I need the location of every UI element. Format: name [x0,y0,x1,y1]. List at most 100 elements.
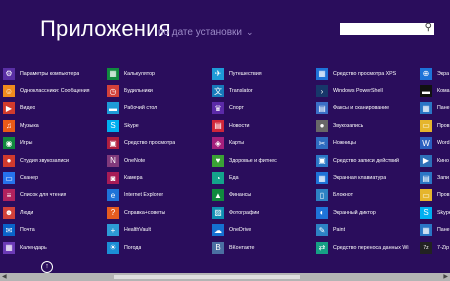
app-tile[interactable]: 7z 7-Zip [420,239,450,256]
viewer-icon: ▣ [107,137,119,150]
app-label: Средство переноса данных Wi [333,244,409,251]
app-tile[interactable]: ♫ Музыка [3,117,111,134]
app-tile[interactable]: + HealthVault [107,222,215,239]
app-tile[interactable]: ▣ Средство просмотра [107,135,215,152]
scroll-right-icon[interactable]: ▶ [443,273,448,281]
ok-icon: ☺ [3,85,15,98]
app-label: Internet Explorer [124,192,164,199]
reading-list-icon: ≡ [3,189,15,202]
app-tile[interactable]: N OneNote [107,152,215,169]
app-column-4: ▦ Средство просмотра XPS › Windows PowerShe… [316,65,424,256]
app-tile[interactable]: ◐ Экранный диктор [316,204,424,221]
narrator-icon: ◐ [316,206,328,219]
app-label: Translator [229,88,253,95]
cmd-icon: ▬ [420,85,432,98]
app-tile[interactable]: ▲ Финансы [212,187,320,204]
app-label: Финансы [229,192,252,199]
app-tile[interactable]: W Word [420,135,450,152]
app-tile[interactable]: ◈ Карты [212,135,320,152]
weather-icon: ☀ [107,241,119,254]
app-tile[interactable]: ▭ Пров [420,117,450,134]
skype-icon: S [107,119,119,132]
app-tile[interactable]: ▤ Запи [420,169,450,186]
scroll-up-button[interactable]: ↑ [41,261,53,273]
help-icon: ? [107,206,119,219]
app-tile[interactable]: ◔ Еда [212,169,320,186]
app-tile[interactable]: ♛ Спорт [212,100,320,117]
app-tile[interactable]: › Windows PowerShell [316,82,424,99]
app-tile[interactable]: ◉ Игры [3,135,111,152]
app-tile[interactable]: ◙ Камера [107,169,215,186]
app-tile[interactable]: ⚙ Параметры компьютера [3,65,111,82]
app-label: Средство записи действий [333,157,400,164]
scrollbar-thumb[interactable] [114,275,300,279]
app-tile[interactable]: ☁ OneDrive [212,222,320,239]
app-tile[interactable]: ▦ Калькулятор [107,65,215,82]
app-tile[interactable]: ▦ Пане [420,100,450,117]
sort-dropdown[interactable]: по дате установки ⌄ [158,27,254,38]
app-label: Рабочий стол [124,105,158,112]
app-tile[interactable]: ⊕ Экра [420,65,450,82]
app-tile[interactable]: ▶ Видео [3,100,111,117]
app-tile[interactable]: ☺ Одноклассники: Сообщения [3,82,111,99]
app-label: Видео [20,105,36,112]
app-column-1: ⚙ Параметры компьютера ☺ Одноклассники: Соо… [3,65,111,256]
app-tile[interactable]: ▬ Рабочий стол [107,100,215,117]
stickynotes-icon: ▤ [420,172,432,185]
trophy-icon: ♛ [212,102,224,115]
app-tile[interactable]: S Skype [420,204,450,221]
app-tile[interactable]: ✂ Ножницы [316,135,424,152]
app-tile[interactable]: ♥ Здоровье и фитнес [212,152,320,169]
app-label: Средство просмотра XPS [333,70,397,77]
app-tile[interactable]: ⇄ Средство переноса данных Wi [316,239,424,256]
app-tile[interactable]: ● Звукозапись [316,117,424,134]
app-tile[interactable]: ✎ Paint [316,222,424,239]
calculator-icon: ▦ [107,67,119,80]
app-tile[interactable]: ☀ Погода [107,239,215,256]
app-tile[interactable]: ▦ Календарь [3,239,111,256]
cloud-icon: ☁ [212,224,224,237]
app-tile[interactable]: ▤ Новости [212,117,320,134]
sound-recorder-icon: ● [316,119,328,132]
horizontal-scrollbar[interactable]: ◀ ▶ [0,273,450,281]
app-label: Запи [437,175,449,182]
app-tile[interactable]: ✉ Почта [3,222,111,239]
control-panel-icon: ▦ [420,102,432,115]
app-tile[interactable]: ● Студия звукозаписи [3,152,111,169]
page-title: Приложения [40,16,171,41]
app-tile[interactable]: ▤ Факсы и сканирование [316,100,424,117]
app-label: Калькулятор [124,70,156,77]
app-tile[interactable]: ? Справка+советы [107,204,215,221]
app-tile[interactable]: ◷ Будильники [107,82,215,99]
app-tile[interactable]: ▣ Средство записи действий [316,152,424,169]
wordpad-icon: W [420,137,432,150]
app-label: Кома [437,88,450,95]
app-tile[interactable]: ▯ Блокнот [316,187,424,204]
search-input[interactable]: ⚲ [340,22,434,35]
app-label: Карты [229,140,245,147]
app-tile[interactable]: ▭ Пров [420,187,450,204]
app-tile[interactable]: e Internet Explorer [107,187,215,204]
app-tile[interactable]: B ВКонтакте [212,239,320,256]
app-tile[interactable]: ▶ Кино [420,152,450,169]
scanner-icon: ▭ [3,172,15,185]
app-tile[interactable]: ≡ Список для чтения [3,187,111,204]
explorer-icon: ▭ [420,119,432,132]
app-tile[interactable]: ▭ Сканер [3,169,111,186]
app-tile[interactable]: ▨ Фотографии [212,204,320,221]
keyboard-icon: ▦ [316,172,328,185]
search-icon[interactable]: ⚲ [425,22,432,33]
app-tile[interactable]: ☻ Люди [3,204,111,221]
app-label: Word [437,140,450,147]
app-label: Справка+советы [124,209,166,216]
app-tile[interactable]: ▦ Экранная клавиатура [316,169,424,186]
finance-icon: ▲ [212,189,224,202]
scroll-left-icon[interactable]: ◀ [2,273,7,281]
app-tile[interactable]: ▦ Пане [420,222,450,239]
app-tile[interactable]: ▬ Кома [420,82,450,99]
app-tile[interactable]: 文 Translator [212,82,320,99]
app-tile[interactable]: S Skype [107,117,215,134]
app-tile[interactable]: ✈ Путешествия [212,65,320,82]
app-label: Кино [437,157,449,164]
app-tile[interactable]: ▦ Средство просмотра XPS [316,65,424,82]
